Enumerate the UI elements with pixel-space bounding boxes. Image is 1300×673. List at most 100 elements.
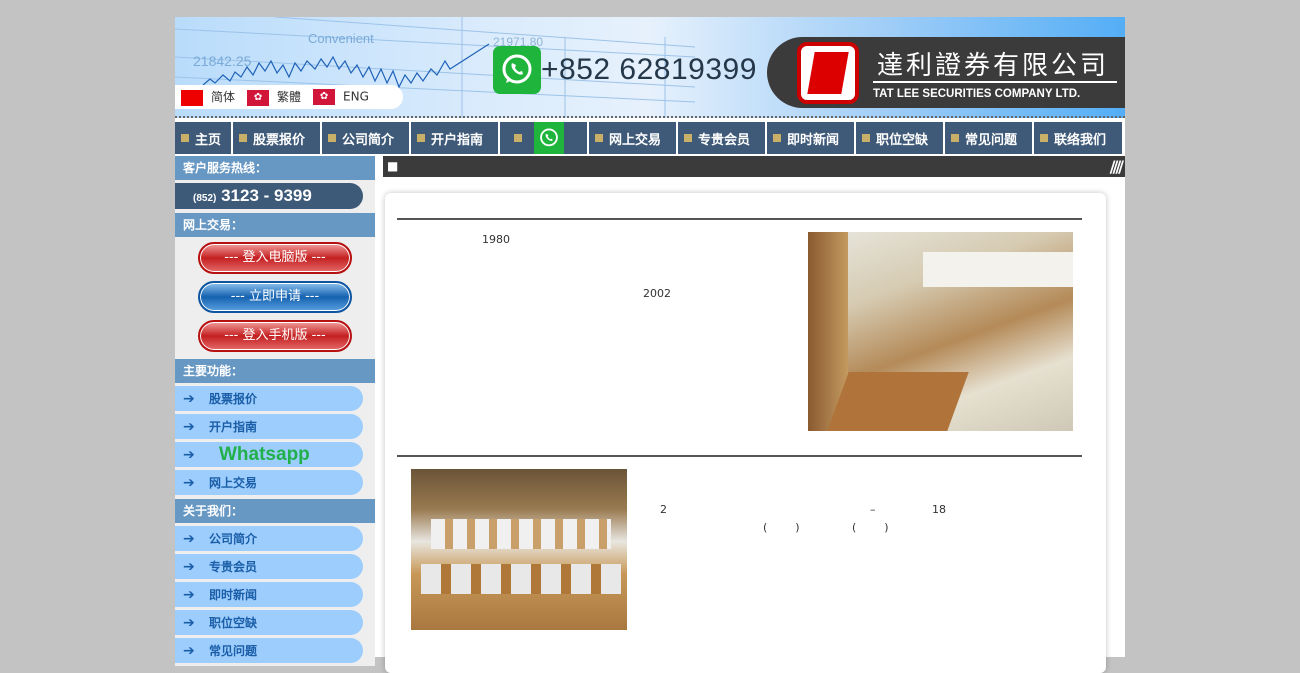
about-heading: 关于我们： [175,499,375,523]
hong-kong-flag-icon: ✿ [247,89,270,106]
company-name-cn: 達利證券有限公司 [877,51,1110,81]
sidebar-item-online-trading[interactable]: ➔ 网上交易 [175,470,363,495]
office-photo [808,232,1073,431]
arrow-right-icon: ➔ [183,642,195,659]
nav-faq[interactable]: 常见问题 [945,122,1032,154]
item-label: 即时新闻 [209,588,258,602]
arrow-right-icon: ➔ [183,558,195,575]
divider [397,455,1082,457]
nav-label: 即时新闻 [787,132,840,148]
bullet-icon [328,134,336,142]
arrow-right-icon: ➔ [183,474,195,491]
bar-marker: ■ [387,159,399,173]
nav-contact[interactable]: 联络我们 [1034,122,1122,154]
logo-divider [873,81,1117,83]
main-nav: 主页 股票报价 公司简介 开户指南 网上交易 专贵会员 即时新闻 职位空缺 常见… [175,122,1125,155]
bullet-icon [773,134,781,142]
divider [175,116,1125,118]
hotline-prefix: (852) [193,193,217,204]
header-banner: Convenient 21842.25 21971.80 简体 ✿ 繁體 ✿ ENG… [175,17,1125,118]
hotline-number: (852) 3123 - 9399 [175,183,363,209]
trading-heading: 网上交易： [175,213,375,237]
nav-label: 开户指南 [431,132,484,148]
sidebar-item-account-guide[interactable]: ➔ 开户指南 [175,414,363,439]
nav-stock-quote[interactable]: 股票报价 [233,122,320,154]
paragraph-year: 2002 [643,287,671,300]
bullet-icon [1040,134,1048,142]
hong-kong-flag-icon: ✿ [313,89,336,105]
nav-vip-member[interactable]: 专贵会员 [678,122,765,154]
bullet-icon [181,134,189,142]
bullet-icon [514,134,522,142]
lang-english[interactable]: ✿ ENG [313,89,369,105]
item-label: 开户指南 [209,420,258,434]
divider [397,218,1082,220]
paragraph-parenthesis: ( ) [852,521,889,534]
paragraph-number: 2 [660,503,667,516]
lang-label: 简体 [211,90,236,105]
item-label: 常见问题 [209,644,258,658]
whatsapp-icon[interactable] [493,46,541,94]
item-label: 专贵会员 [209,560,258,574]
apply-now-button[interactable]: --- 立即申请 --- [198,281,352,313]
sidebar-item-stock-quote[interactable]: ➔ 股票报价 [175,386,363,411]
sidebar-item-careers[interactable]: ➔ 职位空缺 [175,610,363,635]
lang-label: 繁體 [277,90,302,105]
whatsapp-icon [534,122,564,154]
hotline-heading: 客户服务热线： [175,156,375,180]
sidebar-item-vip-member[interactable]: ➔ 专贵会员 [175,554,363,579]
sidebar-item-company-profile[interactable]: ➔ 公司简介 [175,526,363,551]
tl-logo-mark [797,42,859,104]
sidebar: 客户服务热线： (852) 3123 - 9399 网上交易： --- 登入电脑… [175,156,375,666]
page-container: Convenient 21842.25 21971.80 简体 ✿ 繁體 ✿ ENG… [175,17,1125,673]
bullet-icon [951,134,959,142]
arrow-right-icon: ➔ [183,446,195,463]
nav-label: 专贵会员 [698,132,751,148]
china-flag-icon [181,89,203,106]
login-mobile-button[interactable]: --- 登入手机版 --- [198,320,352,352]
nav-account-guide[interactable]: 开户指南 [411,122,498,154]
trading-hall-photo [411,469,627,630]
content-card: 1980 2002 2 – 18 ( ) ( ) [385,193,1106,673]
arrow-right-icon: ➔ [183,586,195,603]
lang-simplified[interactable]: 简体 [181,88,235,106]
ticker-left: 21842.25 [193,53,252,69]
item-label: 职位空缺 [209,616,258,630]
nav-whatsapp[interactable] [500,122,587,154]
stripes-decoration: //// [1109,157,1124,176]
nav-label: 公司简介 [342,132,395,148]
bullet-icon [862,134,870,142]
language-switcher: 简体 ✿ 繁體 ✿ ENG [175,85,403,109]
nav-news[interactable]: 即时新闻 [767,122,854,154]
item-label: 公司简介 [209,532,258,546]
nav-home[interactable]: 主页 [175,122,231,154]
sidebar-item-news[interactable]: ➔ 即时新闻 [175,582,363,607]
hotline-digits: 3123 - 9399 [221,186,312,205]
section-title-bar: ■ //// [383,156,1125,177]
sidebar-item-whatsapp[interactable]: ➔ Whatsapp [175,442,363,467]
arrow-right-icon: ➔ [183,530,195,547]
paragraph-dash: – [870,503,876,516]
bullet-icon [684,134,692,142]
login-desktop-button[interactable]: --- 登入电脑版 --- [198,242,352,274]
paragraph-year: 1980 [482,233,510,246]
lang-label: ENG [343,89,369,104]
bullet-icon [239,134,247,142]
sidebar-item-faq[interactable]: ➔ 常见问题 [175,638,363,663]
company-logo[interactable]: 達利證券有限公司 TAT LEE SECURITIES COMPANY LTD. [767,37,1125,108]
item-label: Whatsapp [219,443,310,465]
nav-label: 职位空缺 [876,132,929,148]
lang-traditional[interactable]: ✿ 繁體 [247,88,301,106]
nav-online-trading[interactable]: 网上交易 [589,122,676,154]
paragraph-parenthesis: ( ) [763,521,800,534]
nav-company-profile[interactable]: 公司简介 [322,122,409,154]
item-label: 股票报价 [209,392,258,406]
nav-label: 常见问题 [965,132,1018,148]
company-name-en: TAT LEE SECURITIES COMPANY LTD. [873,88,1081,100]
nav-label: 主页 [195,132,222,148]
banner-tagline: Convenient [308,31,374,46]
nav-careers[interactable]: 职位空缺 [856,122,943,154]
nav-label: 网上交易 [609,132,662,148]
bullet-icon [417,134,425,142]
arrow-right-icon: ➔ [183,390,195,407]
